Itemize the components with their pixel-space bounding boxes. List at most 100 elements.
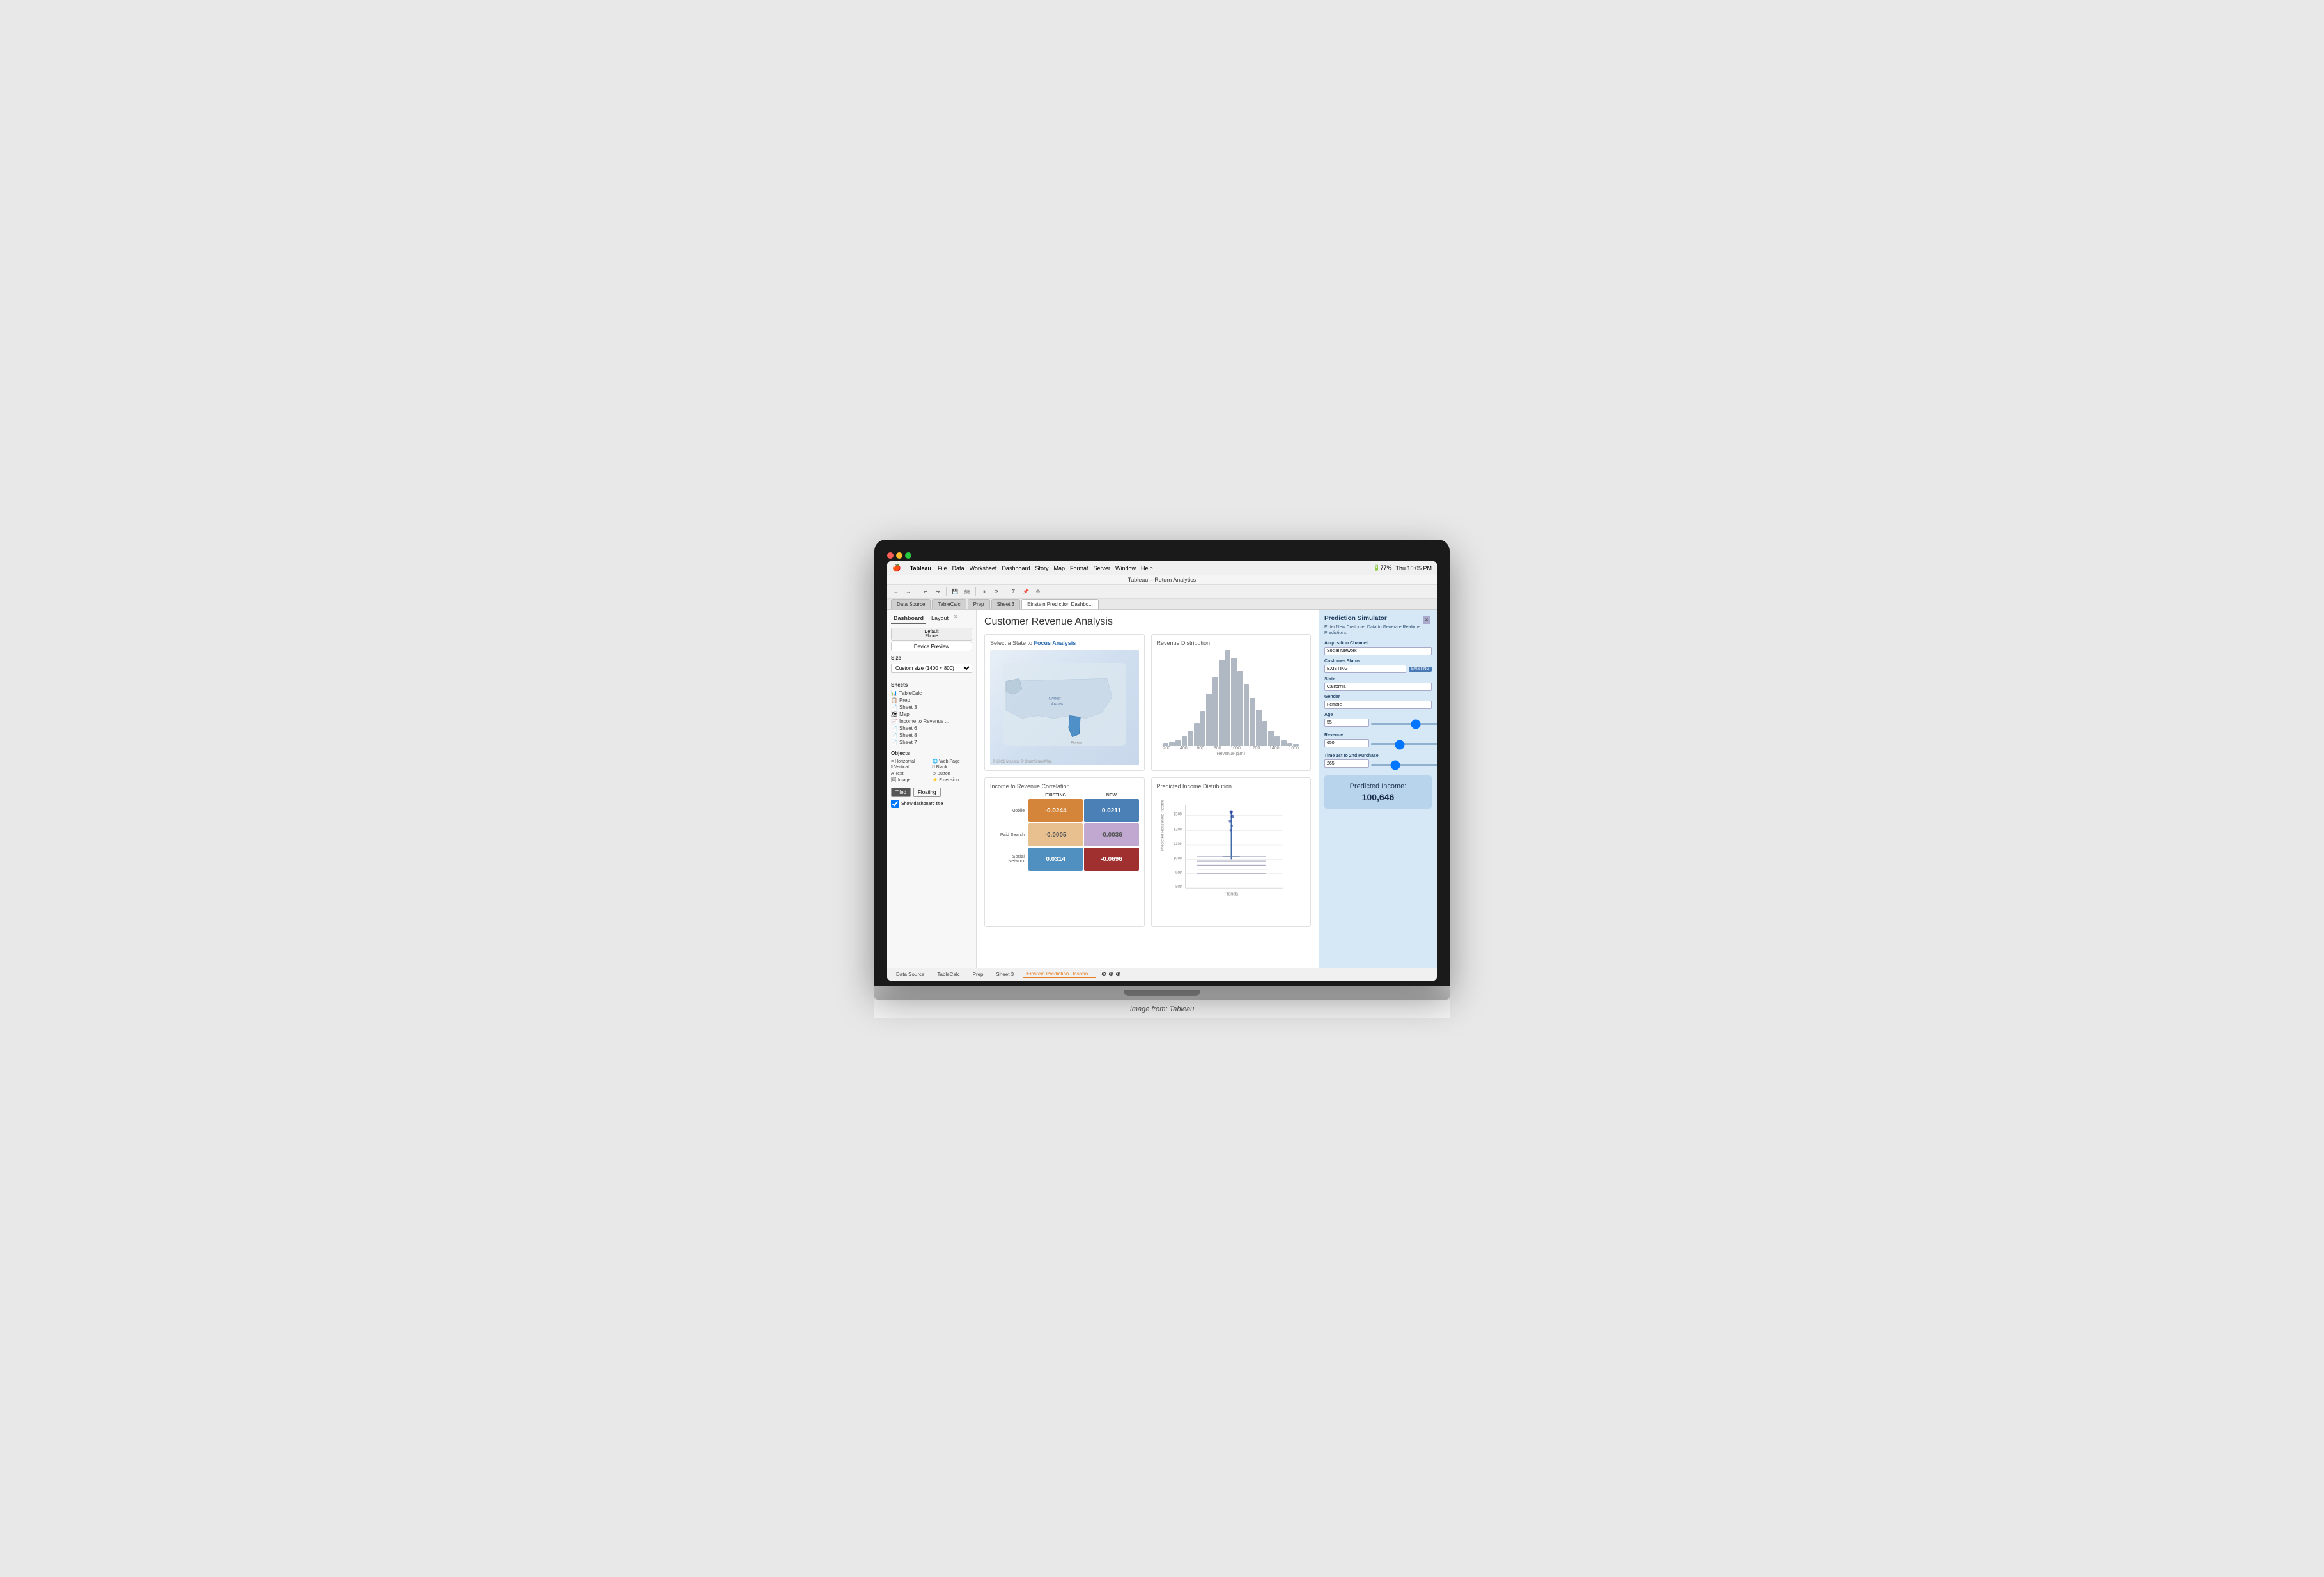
menu-format[interactable]: Format <box>1070 565 1088 571</box>
sheet-income-revenue[interactable]: 📈 Income to Revenue ... <box>891 719 972 724</box>
menu-worksheet[interactable]: Worksheet <box>970 565 997 571</box>
svg-text:Predicted Household Income: Predicted Household Income <box>1160 799 1165 851</box>
back-button[interactable]: ← <box>891 587 901 597</box>
status-tab-sheet3[interactable]: Sheet 3 <box>993 972 1018 977</box>
menu-data[interactable]: Data <box>952 565 964 571</box>
tab-data-source[interactable]: Data Source <box>891 599 931 609</box>
revenue-slider-row <box>1324 739 1432 750</box>
tab-einstein-dashboard[interactable]: Einstein Prediction Dashbo... <box>1021 599 1099 609</box>
correlation-box: EXISTING NEW Mobile -0.0244 0.0211 <box>990 793 1139 871</box>
hist-bar-18 <box>1274 736 1280 746</box>
laptop-screen: 🍎 Tableau File Data Worksheet Dashboard … <box>874 540 1450 986</box>
corr-cell-social-existing: 0.0314 <box>1028 848 1083 871</box>
corr-label-mobile: Mobile <box>990 809 1028 813</box>
fix-axes-button[interactable]: 📌 <box>1021 587 1031 597</box>
obj-vertical[interactable]: ‖Vertical <box>891 765 931 770</box>
maximize-button-icon[interactable] <box>905 552 911 559</box>
sheet-sheet8[interactable]: 📄 Sheet 8 <box>891 733 972 738</box>
menu-server[interactable]: Server <box>1094 565 1111 571</box>
tab-prep[interactable]: Prep <box>968 599 990 609</box>
minimize-button-icon[interactable] <box>896 552 902 559</box>
print-button[interactable]: 🖨 <box>962 587 972 597</box>
status-add-icon[interactable]: ⊕ ⊕ ⊕ <box>1101 971 1121 978</box>
floating-button[interactable]: Floating <box>913 788 940 797</box>
sidebar-tab-layout[interactable]: Layout <box>929 614 951 624</box>
sidebar-close-icon[interactable]: ✕ <box>954 614 958 624</box>
sheet-sheet3[interactable]: 📄 Sheet 3 <box>891 704 972 710</box>
obj-text[interactable]: AText <box>891 771 931 776</box>
phone-label: Phone <box>925 634 938 639</box>
pause-button[interactable]: ⏸ <box>979 587 989 597</box>
save-button[interactable]: 💾 <box>950 587 960 597</box>
sheet-sheet6[interactable]: 📄 Sheet 6 <box>891 726 972 731</box>
obj-image[interactable]: 🖼Image <box>891 777 931 782</box>
toolbar-separator-3 <box>975 587 976 596</box>
menu-help[interactable]: Help <box>1141 565 1153 571</box>
sheet-tablecalc[interactable]: 📊 TableCalc <box>891 690 972 696</box>
gender-select[interactable]: Female <box>1324 701 1432 709</box>
customer-status-select[interactable]: EXISTING <box>1324 665 1406 673</box>
predicted-income-result-value: 100,646 <box>1331 792 1425 802</box>
hist-bar-7 <box>1206 694 1212 747</box>
scatter-svg: 80K 90K 100K 110K 120K 130K Predicted Ho… <box>1157 793 1306 908</box>
age-slider[interactable] <box>1371 723 1437 725</box>
settings-button[interactable]: ⚙ <box>1033 587 1043 597</box>
status-tab-einstein[interactable]: Einstein Prediction Dashbo... <box>1023 971 1096 978</box>
laptop-base <box>874 986 1450 1000</box>
corr-col-existing: EXISTING <box>1028 793 1083 798</box>
x-tick-5: 1200 <box>1250 746 1260 750</box>
device-preview-button[interactable]: Device Preview <box>891 642 972 651</box>
menu-dashboard[interactable]: Dashboard <box>1002 565 1030 571</box>
obj-extension[interactable]: ⚡Extension <box>933 777 973 782</box>
tiled-button[interactable]: Tiled <box>891 788 911 797</box>
sheet-sheet7[interactable]: 📄 Sheet 7 <box>891 740 972 745</box>
time-input[interactable] <box>1324 759 1369 768</box>
close-button-icon[interactable] <box>887 552 894 559</box>
sheet-prep[interactable]: 📋 Prep <box>891 697 972 703</box>
refresh-button[interactable]: ⟳ <box>991 587 1002 597</box>
status-tab-tablecalc[interactable]: TableCalc <box>933 972 963 977</box>
time-slider[interactable] <box>1371 764 1437 766</box>
sidebar-sheets-section: Sheets 📊 TableCalc 📋 Prep 📄 Sheet 3 <box>891 682 972 745</box>
traffic-lights <box>887 552 1437 559</box>
hist-bar-19 <box>1281 740 1287 746</box>
menu-file[interactable]: File <box>938 565 947 571</box>
map-area[interactable]: United States Florida © 2021 Mapbox © Op… <box>990 650 1139 765</box>
menu-window[interactable]: Window <box>1115 565 1136 571</box>
revenue-input[interactable] <box>1324 739 1369 747</box>
status-tab-prep[interactable]: Prep <box>969 972 988 977</box>
size-select[interactable]: Custom size (1400 × 800) <box>891 664 972 673</box>
app-name: Tableau <box>910 565 931 571</box>
svg-text:120K: 120K <box>1173 828 1182 832</box>
show-labels-button[interactable]: Σ <box>1009 587 1019 597</box>
age-input[interactable] <box>1324 719 1369 727</box>
prediction-simulator-panel: Prediction Simulator ✕ Enter New Custome… <box>1319 610 1437 968</box>
obj-webpage[interactable]: 🌐Web Page <box>933 759 973 764</box>
acq-channel-label: Acquisition Channel <box>1324 641 1432 646</box>
predicted-income-result: Predicted Income: 100,646 <box>1324 775 1432 808</box>
tab-sheet3[interactable]: Sheet 3 <box>991 599 1021 609</box>
menubar-right: 🔋77% Thu 10:05 PM <box>1373 564 1432 571</box>
tab-tablecalc[interactable]: TableCalc <box>932 599 966 609</box>
apple-icon: 🍎 <box>892 564 901 572</box>
redo-button[interactable]: ↪ <box>933 587 943 597</box>
state-select[interactable]: California <box>1324 683 1432 691</box>
undo-button[interactable]: ↩ <box>920 587 931 597</box>
menu-map[interactable]: Map <box>1053 565 1065 571</box>
obj-blank[interactable]: □Blank <box>933 765 973 770</box>
hist-bar-11 <box>1231 658 1237 746</box>
sheet-map[interactable]: 🗺 Map <box>891 711 972 717</box>
sidebar-objects-section: Objects ≡Horizontal 🌐Web Page ‖Vertical … <box>891 750 972 782</box>
status-tab-datasource[interactable]: Data Source <box>892 972 928 977</box>
obj-horizontal[interactable]: ≡Horizontal <box>891 759 931 764</box>
sidebar-tab-dashboard[interactable]: Dashboard <box>891 614 926 624</box>
revenue-label: Revenue <box>1324 733 1432 738</box>
show-dashboard-checkbox[interactable] <box>891 800 899 808</box>
pred-close-button[interactable]: ✕ <box>1423 616 1430 624</box>
corr-row-paid-search: Paid Search -0.0005 -0.0036 <box>990 823 1139 846</box>
acq-channel-select[interactable]: Social Network <box>1324 647 1432 655</box>
menu-story[interactable]: Story <box>1035 565 1048 571</box>
forward-button[interactable]: → <box>903 587 913 597</box>
revenue-slider[interactable] <box>1371 743 1437 745</box>
obj-button[interactable]: ⊙Button <box>933 771 973 776</box>
